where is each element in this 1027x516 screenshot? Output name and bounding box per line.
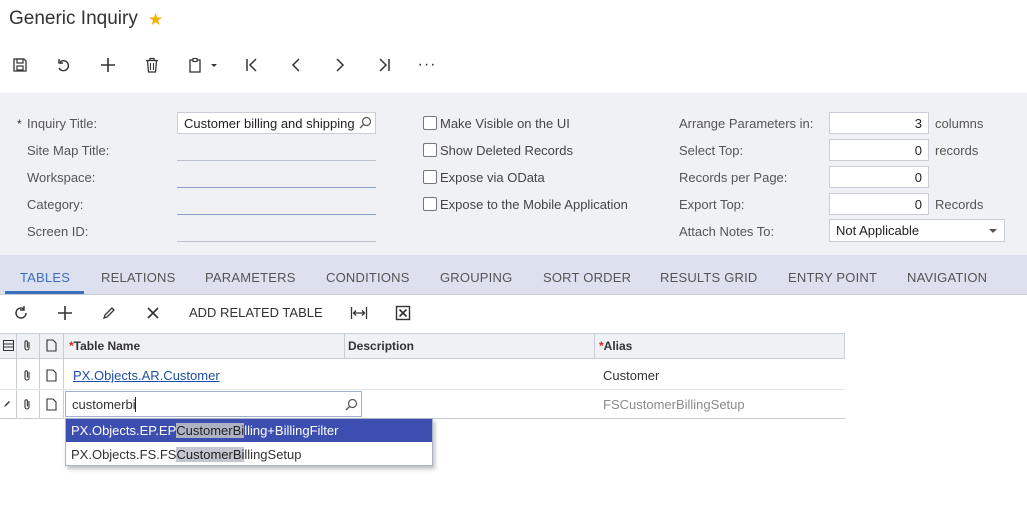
category-field[interactable]	[177, 214, 376, 215]
divider	[0, 294, 1027, 295]
tab-navigation[interactable]: NAVIGATION	[907, 270, 987, 285]
arrange-params-unit: columns	[935, 116, 984, 131]
table-name-input-value: customerbi	[72, 397, 136, 412]
trash-icon[interactable]	[139, 52, 165, 78]
clipboard-icon[interactable]	[183, 52, 223, 78]
required-mark: *	[17, 117, 22, 131]
expose-odata-checkbox[interactable]	[423, 170, 437, 184]
more-menu-button[interactable]: ···	[414, 52, 440, 78]
table-name-link[interactable]: PX.Objects.AR.Customer	[73, 368, 220, 383]
tab-relations[interactable]: RELATIONS	[101, 270, 176, 285]
tab-grouping[interactable]: GROUPING	[440, 270, 512, 285]
add-related-table-button[interactable]: ADD RELATED TABLE	[189, 305, 323, 320]
note-icon[interactable]	[44, 368, 58, 382]
category-label: Category:	[27, 197, 84, 212]
attachment-header-icon	[20, 338, 34, 352]
tab-results-grid[interactable]: RESULTS GRID	[660, 270, 758, 285]
attachment-icon[interactable]	[20, 397, 34, 411]
workspace-label: Workspace:	[27, 170, 96, 185]
autocomplete-option[interactable]: PX.Objects.EP.EPCustomerBilling+BillingF…	[66, 419, 432, 442]
attach-notes-label: Attach Notes To:	[679, 224, 775, 239]
tab-sort-order[interactable]: SORT ORDER	[543, 270, 631, 285]
tab-conditions[interactable]: CONDITIONS	[326, 270, 410, 285]
edit-row-indicator-icon	[1, 397, 13, 411]
inquiry-title-field[interactable]: Customer billing and shipping	[177, 112, 376, 134]
screen-id-field	[177, 241, 376, 242]
page-title: Generic Inquiry	[9, 8, 138, 29]
autocomplete-option[interactable]: PX.Objects.FS.FSCustomerBillingSetup	[66, 443, 432, 466]
arrange-params-label: Arrange Parameters in:	[679, 116, 814, 131]
text-cursor	[135, 397, 136, 412]
export-top-field[interactable]: 0	[829, 193, 929, 215]
note-header-icon	[44, 338, 58, 352]
tab-parameters[interactable]: PARAMETERS	[205, 270, 296, 285]
select-top-unit: records	[935, 143, 979, 158]
delete-row-icon[interactable]	[143, 303, 163, 323]
expose-mobile-checkbox[interactable]	[423, 197, 437, 211]
row-selector-icon[interactable]	[1, 338, 15, 352]
site-map-title-field	[177, 160, 376, 161]
chevron-down-icon[interactable]	[988, 226, 998, 236]
records-per-page-label: Records per Page:	[679, 170, 788, 185]
tab-tables[interactable]: TABLES	[20, 270, 70, 285]
edit-icon[interactable]	[99, 303, 119, 323]
last-icon[interactable]	[371, 52, 397, 78]
expose-odata-label: Expose via OData	[440, 170, 545, 185]
note-icon[interactable]	[44, 397, 58, 411]
attach-notes-value: Not Applicable	[836, 223, 920, 238]
prev-icon[interactable]	[283, 52, 309, 78]
description-header[interactable]: Description	[348, 339, 414, 353]
show-deleted-checkbox[interactable]	[423, 143, 437, 157]
inquiry-title-label: Inquiry Title:	[27, 116, 98, 131]
autocomplete-dropdown: PX.Objects.EP.EPCustomerBilling+BillingF…	[65, 418, 433, 466]
select-top-field[interactable]: 0	[829, 139, 929, 161]
star-icon[interactable]: ★	[148, 10, 163, 30]
export-excel-icon[interactable]	[393, 303, 413, 323]
inquiry-title-value: Customer billing and shipping	[184, 116, 355, 131]
site-map-title-label: Site Map Title:	[27, 143, 110, 158]
add-row-icon[interactable]	[55, 303, 75, 323]
undo-icon[interactable]	[51, 52, 77, 78]
make-visible-label: Make Visible on the UI	[440, 116, 570, 131]
records-per-page-field[interactable]: 0	[829, 166, 929, 188]
fit-columns-icon[interactable]	[349, 303, 369, 323]
expose-mobile-label: Expose to the Mobile Application	[440, 197, 628, 212]
tab-entry-point[interactable]: ENTRY POINT	[788, 270, 877, 285]
save-icon[interactable]	[7, 52, 33, 78]
row-divider	[0, 389, 845, 390]
export-top-label: Export Top:	[679, 197, 745, 212]
select-top-label: Select Top:	[679, 143, 744, 158]
first-icon[interactable]	[239, 52, 265, 78]
show-deleted-label: Show Deleted Records	[440, 143, 573, 158]
plus-icon[interactable]	[95, 52, 121, 78]
alias-cell[interactable]: FSCustomerBillingSetup	[603, 397, 745, 412]
make-visible-checkbox[interactable]	[423, 116, 437, 130]
next-icon[interactable]	[327, 52, 353, 78]
search-icon[interactable]	[358, 115, 372, 129]
refresh-icon[interactable]	[11, 303, 31, 323]
attach-notes-select[interactable]: Not Applicable	[829, 219, 1005, 242]
alias-header[interactable]: *Alias	[599, 339, 632, 353]
alias-cell[interactable]: Customer	[603, 368, 659, 383]
arrange-params-field[interactable]: 3	[829, 112, 929, 134]
export-top-unit: Records	[935, 197, 984, 212]
workspace-field[interactable]	[177, 187, 376, 188]
attachment-icon[interactable]	[20, 368, 34, 382]
table-name-header[interactable]: *Table Name	[69, 339, 140, 353]
search-icon[interactable]	[344, 397, 358, 411]
screen-id-label: Screen ID:	[27, 224, 89, 239]
